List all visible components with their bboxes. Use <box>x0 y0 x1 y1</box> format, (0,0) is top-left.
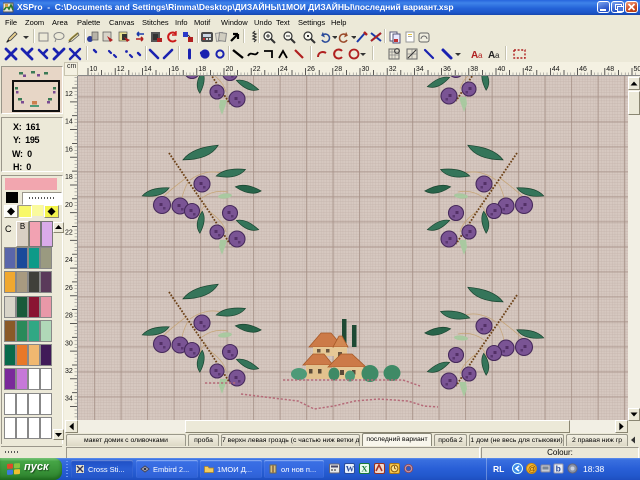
svg-text:44: 44 <box>552 66 560 73</box>
svg-text:20: 20 <box>65 202 73 209</box>
svg-text:30: 30 <box>362 66 370 73</box>
svg-text:46: 46 <box>579 66 587 73</box>
svg-text:40: 40 <box>498 66 506 73</box>
svg-text:@: @ <box>528 465 536 474</box>
svg-text:b: b <box>556 464 561 474</box>
svg-text:20: 20 <box>226 66 234 73</box>
svg-text:42: 42 <box>525 66 533 73</box>
svg-text:12: 12 <box>65 91 73 98</box>
svg-text:a: a <box>495 51 500 60</box>
svg-text:16: 16 <box>65 146 73 153</box>
svg-text:30: 30 <box>65 340 73 347</box>
svg-text:48: 48 <box>606 66 614 73</box>
svg-text:32: 32 <box>65 368 73 375</box>
svg-text:a: a <box>478 51 483 60</box>
svg-text:26: 26 <box>65 285 73 292</box>
svg-text:16: 16 <box>171 66 179 73</box>
svg-text:28: 28 <box>65 313 73 320</box>
svg-text:18: 18 <box>198 66 206 73</box>
svg-text:14: 14 <box>144 66 152 73</box>
svg-text:32: 32 <box>389 66 397 73</box>
svg-text:50: 50 <box>634 66 640 73</box>
svg-text:26: 26 <box>307 66 315 73</box>
svg-text:34: 34 <box>416 66 424 73</box>
svg-text:14: 14 <box>65 119 73 126</box>
svg-text:12: 12 <box>117 66 125 73</box>
svg-text:24: 24 <box>65 257 73 264</box>
svg-text:22: 22 <box>253 66 261 73</box>
svg-text:34: 34 <box>65 396 73 403</box>
svg-text:38: 38 <box>470 66 478 73</box>
svg-text:24: 24 <box>280 66 288 73</box>
svg-text:36: 36 <box>443 66 451 73</box>
svg-text:W: W <box>346 464 355 474</box>
svg-text:22: 22 <box>65 230 73 237</box>
svg-text:10: 10 <box>90 66 98 73</box>
svg-text:28: 28 <box>334 66 342 73</box>
svg-text:X: X <box>361 464 368 474</box>
svg-text:18: 18 <box>65 174 73 181</box>
